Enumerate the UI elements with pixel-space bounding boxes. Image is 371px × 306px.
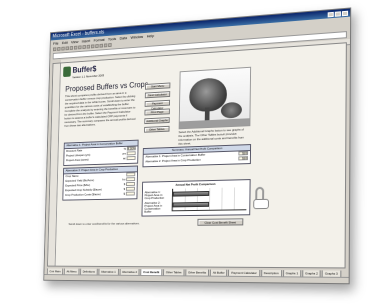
photo-caption: Select the Additional Graphs button to s… <box>178 127 244 146</box>
open-icon[interactable] <box>57 46 61 51</box>
menu-tools[interactable]: Tools <box>108 36 116 41</box>
alternative-1-section: Alternative 1: Project Area in Conservat… <box>63 139 139 166</box>
copy-icon[interactable] <box>78 45 82 50</box>
screenshot-stage: Microsoft Excel - buffers.xls File Edit … <box>0 0 371 306</box>
window-controls <box>327 10 349 17</box>
shrub-illustration <box>220 101 242 119</box>
version-label: Version 1.1 November 2003 <box>72 73 105 80</box>
redo-icon[interactable] <box>90 44 95 49</box>
minimize-icon[interactable] <box>327 11 334 17</box>
project-area-input[interactable] <box>126 156 136 161</box>
row-label: Project Area (acres) <box>65 157 89 163</box>
undo-icon[interactable] <box>86 44 91 49</box>
table-row: Crop Production Costs ($/acre) $ <box>65 191 135 198</box>
sort-icon[interactable] <box>99 43 104 48</box>
footnote-text: Scroll down to enter cost/benefits for t… <box>68 221 140 226</box>
buffer-photo <box>178 66 252 130</box>
preview-icon[interactable] <box>69 46 74 50</box>
payment-calculator-button[interactable]: Payment Calculator <box>144 99 171 110</box>
chart-category-label: Alternative 1: Project Area in Crop Prod… <box>144 190 165 201</box>
alternative-2-section: Alternative 2: Project Area in Crop Prod… <box>62 165 139 201</box>
chart-bar <box>172 190 210 197</box>
zoom-icon[interactable] <box>108 43 112 48</box>
menu-insert[interactable]: Insert <box>82 38 91 43</box>
worksheet: Buffer$ Version 1.1 November 2003 Propos… <box>47 42 347 269</box>
menu-data[interactable]: Data <box>120 35 128 40</box>
chart-category-label: Alternative 2: Project Area in Conservat… <box>144 200 163 214</box>
excel-window: Microsoft Excel - buffers.xls File Edit … <box>43 7 352 285</box>
crop-name-input[interactable] <box>126 172 136 177</box>
print-icon[interactable] <box>65 46 69 51</box>
start-menu-button[interactable]: Start Menu <box>145 82 171 90</box>
summary-value: $20 <box>238 151 249 156</box>
discount-rate-input[interactable]: 8.00% <box>126 146 136 151</box>
print-page-button[interactable]: Print Page <box>144 108 170 116</box>
clear-sheet-button[interactable]: Clear Cost Benefit Sheet <box>197 218 244 226</box>
close-icon[interactable] <box>341 10 349 16</box>
summary-section: Summary: Annual Net Profit Comparison Al… <box>142 144 252 168</box>
next-calculator-button[interactable]: Next Calculator <box>144 91 171 99</box>
chart-plot-area <box>171 187 247 212</box>
additional-graphs-button[interactable]: Additional Graphs <box>144 117 170 125</box>
row-unit: $ <box>123 191 126 196</box>
description-text: This sheet compares profits derived from… <box>64 90 136 128</box>
row-unit: ac <box>122 156 126 161</box>
chart-icon[interactable] <box>103 43 108 48</box>
table-row: Project Area (acres) ac <box>66 156 136 163</box>
chart-bar <box>172 201 210 208</box>
production-costs-input[interactable] <box>125 191 135 196</box>
new-icon[interactable] <box>52 47 57 52</box>
expected-price-input[interactable] <box>126 181 136 187</box>
sheet-content: Buffer$ Version 1.1 November 2003 Propos… <box>55 43 346 268</box>
menu-edit[interactable]: Edit <box>62 40 68 45</box>
paste-icon[interactable] <box>82 45 86 49</box>
row-label: Crop Production Costs ($/acre) <box>65 192 101 197</box>
profit-comparison-chart: Annual Net Profit Comparison Alternative… <box>141 179 251 217</box>
cut-icon[interactable] <box>73 45 78 50</box>
other-tables-button[interactable]: Other Tables <box>144 125 170 133</box>
menu-view[interactable]: View <box>71 39 78 44</box>
save-icon[interactable] <box>61 46 65 51</box>
menu-file[interactable]: File <box>53 41 58 46</box>
menu-format[interactable]: Format <box>94 37 105 42</box>
summary-value: $20 <box>238 156 249 161</box>
maximize-icon[interactable] <box>334 10 341 17</box>
buffers-logo-icon <box>63 66 71 78</box>
menu-help[interactable]: Help <box>147 33 154 38</box>
project-lifespan-input[interactable] <box>126 151 136 156</box>
app-title: Buffer$ <box>72 64 97 75</box>
crop-subsidy-input[interactable] <box>125 186 135 191</box>
sum-icon[interactable] <box>95 44 99 49</box>
menu-window[interactable]: Window <box>131 34 144 40</box>
office-assistant-icon <box>253 198 269 210</box>
row-label: Alternative 2: Project Area in Crop Prod… <box>145 157 201 164</box>
expected-yield-input[interactable] <box>126 177 136 182</box>
